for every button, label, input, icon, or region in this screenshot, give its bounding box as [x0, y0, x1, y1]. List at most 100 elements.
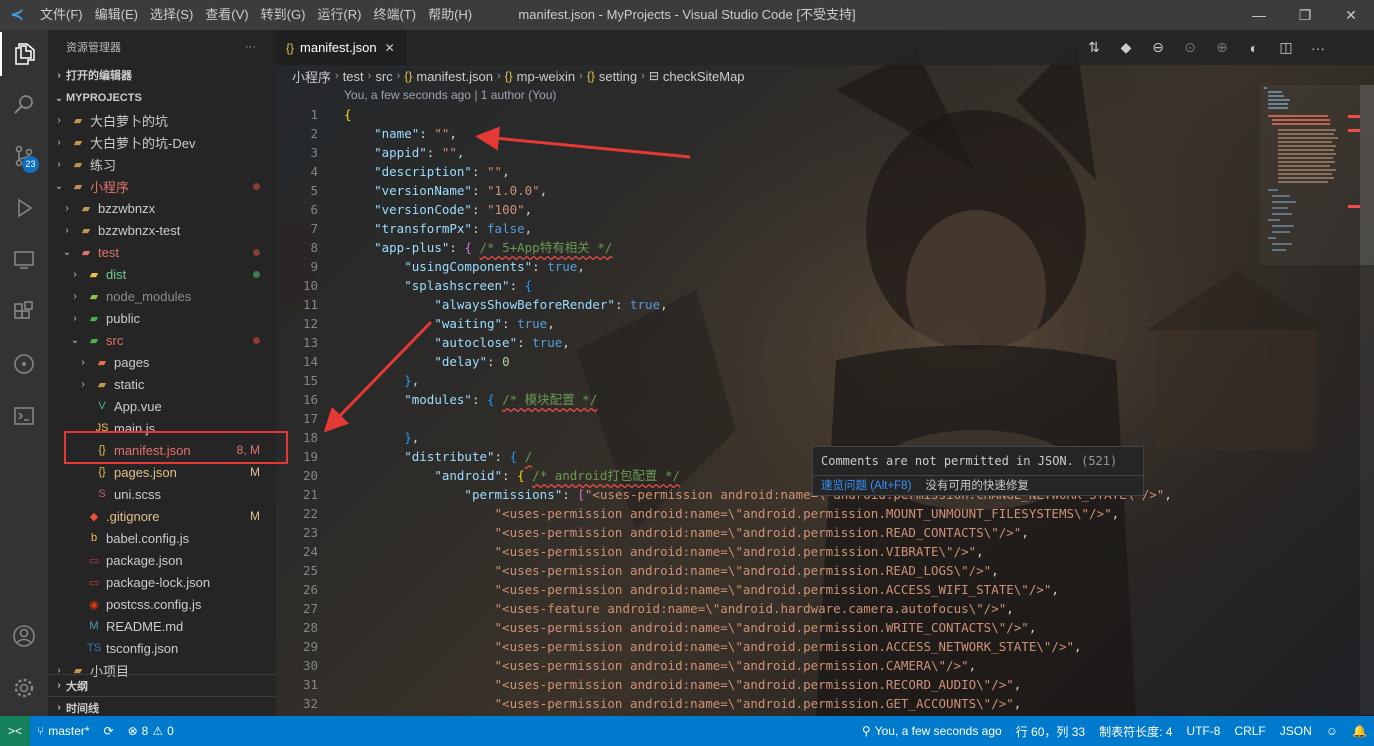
tree-item[interactable]: › ▰ bzzwbnzx-test: [48, 219, 276, 241]
tree-item[interactable]: › ▰ static: [48, 373, 276, 395]
cursor-position[interactable]: 行 60，列 33: [1009, 723, 1092, 740]
timeline-section[interactable]: › 时间线: [48, 696, 276, 716]
code-line[interactable]: 24 "<uses-permission android:name=\"andr…: [276, 542, 1354, 561]
tree-item[interactable]: Suni.scss: [48, 483, 276, 505]
more-actions-icon[interactable]: ···: [1302, 30, 1334, 65]
menu-item[interactable]: 查看(V): [199, 0, 254, 30]
previous-change-icon[interactable]: ⊖: [1142, 30, 1174, 65]
tree-item[interactable]: ▭ package.json: [48, 549, 276, 571]
outline-section[interactable]: › 大纲: [48, 674, 276, 696]
code-line[interactable]: 15 },: [276, 371, 1354, 390]
code-line[interactable]: 11 "alwaysShowBeforeRender": true,: [276, 295, 1354, 314]
settings-gear-icon[interactable]: [0, 666, 48, 710]
end-of-line[interactable]: CRLF: [1227, 724, 1272, 738]
code-line[interactable]: 18 },: [276, 428, 1354, 447]
terminal-icon[interactable]: [0, 394, 48, 438]
open-timeline-icon[interactable]: ◐: [1238, 30, 1270, 65]
code-line[interactable]: 29 "<uses-permission android:name=\"andr…: [276, 637, 1354, 656]
menu-item[interactable]: 终端(T): [367, 0, 422, 30]
feedback-icon[interactable]: ☺: [1319, 724, 1345, 738]
menu-item[interactable]: 运行(R): [311, 0, 367, 30]
peek-problem-link[interactable]: 速览问题 (Alt+F8): [821, 476, 911, 497]
remote-explorer-icon[interactable]: [0, 238, 48, 282]
code-line[interactable]: 28 "<uses-permission android:name=\"andr…: [276, 618, 1354, 637]
menu-item[interactable]: 选择(S): [144, 0, 199, 30]
code-line[interactable]: 3 "appid": "",: [276, 143, 1354, 162]
code-line[interactable]: 30 "<uses-permission android:name=\"andr…: [276, 656, 1354, 675]
code-line[interactable]: 32 "<uses-permission android:name=\"andr…: [276, 694, 1354, 713]
breadcrumb-item[interactable]: mp-weixin: [517, 69, 576, 84]
code-line[interactable]: 17: [276, 409, 1354, 428]
menu-item[interactable]: 编辑(E): [89, 0, 144, 30]
code-line[interactable]: 27 "<uses-feature android:name=\"android…: [276, 599, 1354, 618]
menu-item[interactable]: 帮助(H): [422, 0, 478, 30]
more-actions-icon[interactable]: ···: [245, 41, 256, 53]
source-control-icon[interactable]: [0, 134, 48, 178]
code-line[interactable]: 2 "name": "",: [276, 124, 1354, 143]
explorer-icon[interactable]: [0, 32, 48, 76]
code-line[interactable]: 7 "transformPx": false,: [276, 219, 1354, 238]
tree-item[interactable]: › ▰ bzzwbnzx: [48, 197, 276, 219]
code-line[interactable]: 6 "versionCode": "100",: [276, 200, 1354, 219]
breadcrumb-item[interactable]: 小程序: [292, 67, 331, 86]
problems-indicator[interactable]: ⊗ 8 ⚠ 0: [121, 724, 181, 738]
tree-item[interactable]: › ▰ public: [48, 307, 276, 329]
tree-item[interactable]: TS tsconfig.json: [48, 637, 276, 659]
code-line[interactable]: 16 "modules": { /* 模块配置 */: [276, 390, 1354, 409]
code-line[interactable]: 12 "waiting": true,: [276, 314, 1354, 333]
tree-item[interactable]: › ▰ 练习: [48, 153, 276, 175]
tree-item[interactable]: V App.vue: [48, 395, 276, 417]
encoding[interactable]: UTF-8: [1179, 724, 1227, 738]
blame-status[interactable]: ⚲ You, a few seconds ago: [855, 724, 1009, 738]
minimap[interactable]: [1260, 85, 1360, 715]
code-line[interactable]: 4 "description": "",: [276, 162, 1354, 181]
next-change-icon[interactable]: ⊕: [1206, 30, 1238, 65]
language-mode[interactable]: JSON: [1273, 724, 1319, 738]
code-line[interactable]: 23 "<uses-permission android:name=\"andr…: [276, 523, 1354, 542]
tree-item[interactable]: ▭ package-lock.json: [48, 571, 276, 593]
restore-icon[interactable]: ❐: [1282, 0, 1328, 30]
menu-item[interactable]: 转到(G): [255, 0, 312, 30]
code-line[interactable]: 25 "<uses-permission android:name=\"andr…: [276, 561, 1354, 580]
code-line[interactable]: 31 "<uses-permission android:name=\"andr…: [276, 675, 1354, 694]
tree-item[interactable]: ◆ .gitignore M: [48, 505, 276, 527]
notifications-icon[interactable]: 🔔: [1345, 724, 1374, 738]
tree-item[interactable]: ⌄ ▰ 小程序: [48, 175, 276, 197]
menu-item[interactable]: 文件(F): [34, 0, 89, 30]
tree-item[interactable]: › ▰ node_modules: [48, 285, 276, 307]
code-line[interactable]: 13 "autoclose": true,: [276, 333, 1354, 352]
minimize-icon[interactable]: —: [1236, 0, 1282, 30]
close-tab-icon[interactable]: ✕: [385, 41, 395, 55]
git-graph-icon[interactable]: [0, 342, 48, 386]
code-line[interactable]: 10 "splashscreen": {: [276, 276, 1354, 295]
workspace-section[interactable]: ⌄ MYPROJECTS: [48, 87, 276, 109]
code-line[interactable]: 8 "app-plus": { /* 5+App特有相关 */: [276, 238, 1354, 257]
account-icon[interactable]: [0, 614, 48, 658]
open-editors-section[interactable]: › 打开的编辑器: [48, 64, 276, 86]
code-line[interactable]: 5 "versionName": "1.0.0",: [276, 181, 1354, 200]
remote-indicator-icon[interactable]: ><: [0, 716, 30, 746]
git-diamond-icon[interactable]: ◆: [1110, 30, 1142, 65]
tree-item[interactable]: M README.md: [48, 615, 276, 637]
code-line[interactable]: 26 "<uses-permission android:name=\"andr…: [276, 580, 1354, 599]
tree-item[interactable]: ◉ postcss.config.js: [48, 593, 276, 615]
current-change-icon[interactable]: ⊙: [1174, 30, 1206, 65]
split-editor-icon[interactable]: ◫: [1270, 30, 1302, 65]
tree-item[interactable]: b babel.config.js: [48, 527, 276, 549]
breadcrumb-item[interactable]: test: [343, 69, 364, 84]
breadcrumb-item[interactable]: checkSiteMap: [663, 69, 745, 84]
codelens-blame[interactable]: You, a few seconds ago | 1 author (You): [344, 88, 556, 102]
tree-item[interactable]: ⌄ ▰ test: [48, 241, 276, 263]
tree-item[interactable]: ⌄ ▰ src: [48, 329, 276, 351]
breadcrumb-item[interactable]: setting: [599, 69, 637, 84]
close-icon[interactable]: ✕: [1328, 0, 1374, 30]
code-line[interactable]: 22 "<uses-permission android:name=\"andr…: [276, 504, 1354, 523]
breadcrumb-item[interactable]: manifest.json: [416, 69, 493, 84]
scrollbar-thumb[interactable]: [1360, 85, 1374, 265]
tree-item[interactable]: › ▰ 大白萝卜的坑-Dev: [48, 131, 276, 153]
compare-changes-icon[interactable]: ⇅: [1078, 30, 1110, 65]
tree-item[interactable]: › ▰ pages: [48, 351, 276, 373]
tree-item[interactable]: › ▰ 大白萝卜的坑: [48, 109, 276, 131]
tree-item[interactable]: {} pages.json M: [48, 461, 276, 483]
tree-item[interactable]: › ▰ dist: [48, 263, 276, 285]
